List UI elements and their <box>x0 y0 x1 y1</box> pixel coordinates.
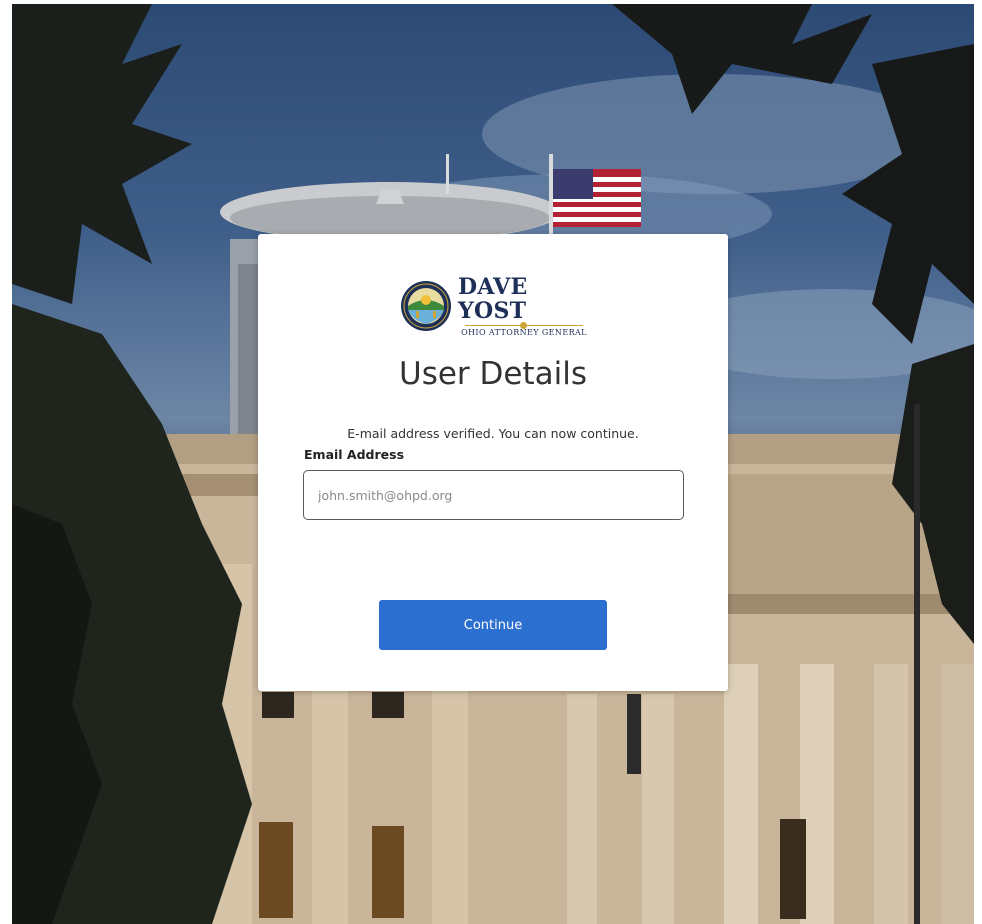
brand-divider <box>465 322 583 329</box>
verification-message: E-mail address verified. You can now con… <box>347 426 639 441</box>
brand-logo: Dave Yost Ohio Attorney General <box>400 274 590 337</box>
user-details-card: Dave Yost Ohio Attorney General User Det… <box>258 234 728 691</box>
brand-name: Dave Yost <box>458 274 528 324</box>
page-title: User Details <box>399 356 587 392</box>
ohio-seal-icon <box>401 281 451 331</box>
email-input[interactable] <box>303 470 684 520</box>
continue-button[interactable]: Continue <box>379 600 607 650</box>
email-label: Email Address <box>304 447 405 462</box>
brand-subtitle: Ohio Attorney General <box>461 328 587 337</box>
